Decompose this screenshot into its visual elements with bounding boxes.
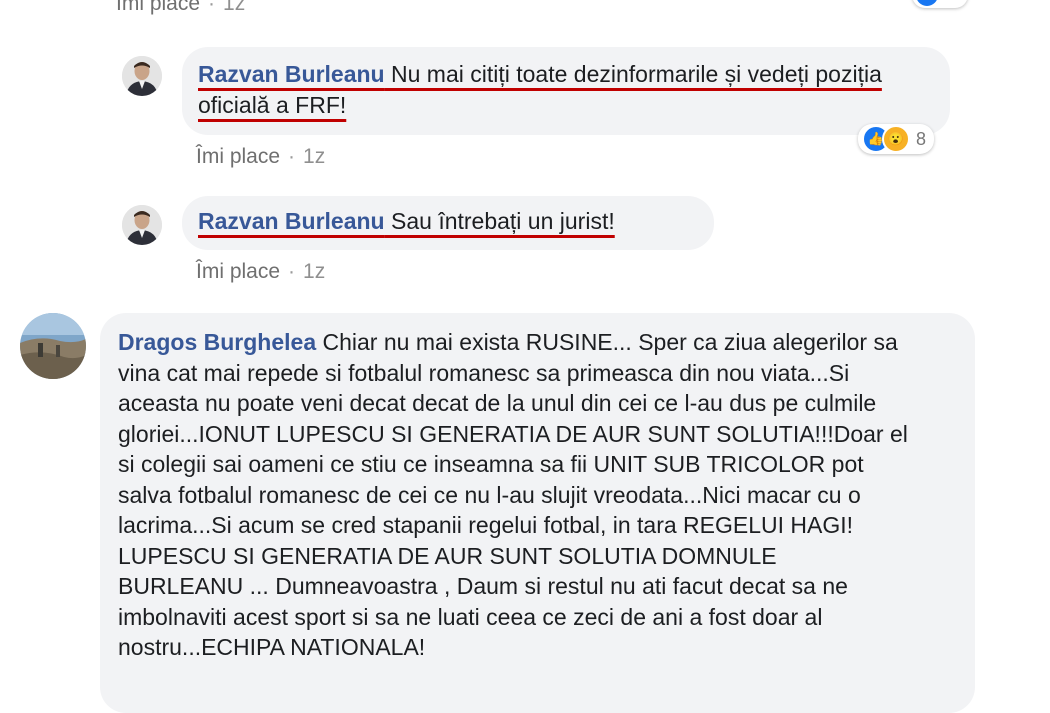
reactions-badge[interactable]: 👍 😮 8: [858, 124, 935, 154]
profile-photo-icon: [122, 56, 162, 96]
comment-actions: Îmi place · 1z: [196, 260, 325, 284]
timestamp[interactable]: 1z: [303, 260, 325, 283]
profile-photo-icon: [122, 205, 162, 245]
timestamp[interactable]: 1z: [223, 0, 245, 15]
underlined-text: Razvan Burleanu Sau întrebați un jurist!: [198, 208, 615, 234]
comment-bubble: Dragos Burghelea Chiar nu mai exista RUS…: [100, 313, 975, 713]
wow-icon: 😮: [882, 125, 910, 153]
separator-dot: ·: [288, 260, 296, 283]
like-link[interactable]: Îmi place: [196, 260, 280, 283]
comment-text-block: Razvan Burleanu Nu mai citiți toate dezi…: [198, 59, 938, 120]
like-link[interactable]: Îmi place: [196, 145, 280, 168]
comment-actions-top: Îmi place · 1z: [116, 0, 245, 16]
comment-text: Sau întrebați un jurist!: [391, 208, 615, 234]
avatar[interactable]: [122, 56, 162, 96]
profile-photo-icon: [20, 313, 86, 379]
timestamp[interactable]: 1z: [303, 145, 325, 168]
comment-actions: Îmi place · 1z: [196, 145, 325, 169]
comment-text-block: Razvan Burleanu Sau întrebați un jurist!: [198, 206, 698, 237]
underlined-text: Razvan Burleanu Nu mai citiți toate dezi…: [198, 61, 882, 118]
separator-dot: ·: [288, 145, 296, 168]
comment-text: Chiar nu mai exista RUSINE... Sper ca zi…: [118, 329, 908, 660]
avatar[interactable]: [20, 313, 86, 379]
comment-bubble: Razvan Burleanu Sau întrebați un jurist!: [182, 196, 714, 250]
comment-author[interactable]: Razvan Burleanu: [198, 61, 385, 87]
like-link[interactable]: Îmi place: [116, 0, 200, 15]
separator-dot: ·: [208, 0, 216, 15]
reaction-count: 8: [916, 128, 927, 149]
avatar[interactable]: [122, 205, 162, 245]
comment-bubble: Razvan Burleanu Nu mai citiți toate dezi…: [182, 47, 950, 135]
comment-author[interactable]: Dragos Burghelea: [118, 329, 316, 355]
comment-author[interactable]: Razvan Burleanu: [198, 208, 385, 234]
like-icon: [916, 0, 938, 6]
reactions-badge-partial[interactable]: [912, 0, 968, 8]
comment-text-block: Dragos Burghelea Chiar nu mai exista RUS…: [118, 327, 908, 663]
